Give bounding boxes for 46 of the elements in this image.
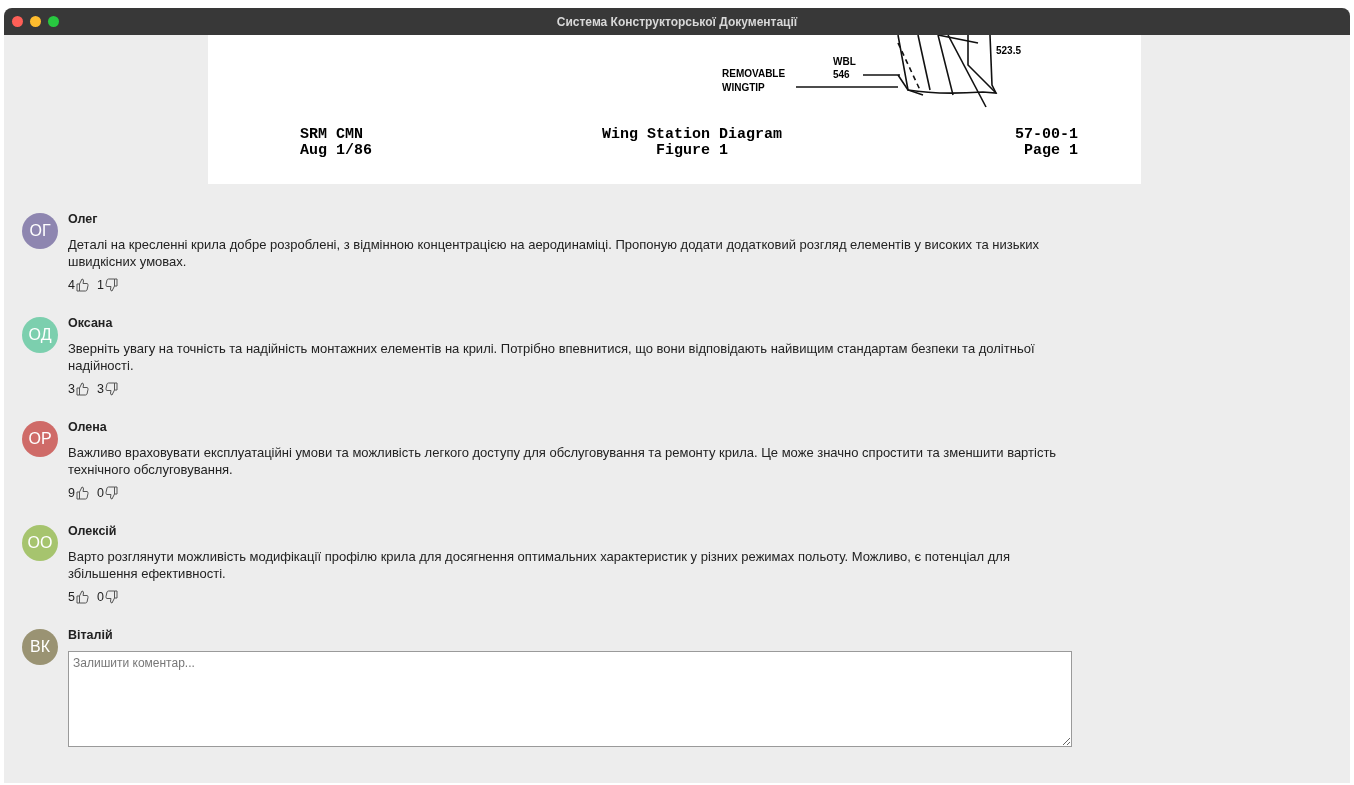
like-button[interactable]: 3: [68, 382, 89, 396]
comment-text: Деталі на кресленні крила добре розроблені, з відмінною концентрацією на аеродинаміці. Пропоную додати додатковий розгляд елементів у високих та низьких швидкісних умовах.: [68, 236, 1040, 270]
comment-text: Зверніть увагу на точність та надійність монтажних елементів на крилі. Потрібно впевнитися, що вони відповідають найвищим стандартам безпеки та долітньої надійності.: [68, 340, 1036, 374]
comment-text: Варто розглянути можливість модифікації профілю крила для досягнення оптимальних характеристик у різних режимах польоту. Можливо, є потенціал для збільшення ефективності.: [68, 548, 1011, 582]
thumbs-down-icon: [104, 590, 118, 604]
callout-label: WINGTIP: [722, 82, 765, 93]
minimize-button[interactable]: [30, 16, 41, 27]
comment-author: Олена: [68, 420, 108, 434]
thumbs-down-icon: [104, 278, 118, 292]
thumbs-up-icon: [75, 278, 89, 292]
thumbs-up-icon: [75, 382, 89, 396]
avatar: ВК: [22, 629, 58, 665]
comment-text: Важливо враховувати експлуатаційні умови та можливість легкого доступу для обслуговування та ремонту крила. Це може значно спростити та зменшити вартість технічного обслуговування.: [68, 444, 1058, 478]
like-button[interactable]: 4: [68, 278, 89, 292]
callout-label: 546: [833, 69, 850, 80]
comment-author: Олексій: [68, 524, 118, 538]
dislike-button[interactable]: 0: [96, 486, 118, 500]
document-footer-text: 57-00-1: [1015, 126, 1078, 143]
document-footer-text: Page 1: [1024, 142, 1078, 159]
dislike-button[interactable]: 0: [96, 590, 118, 604]
document-footer-text: Wing Station Diagram: [602, 126, 782, 143]
dislike-button[interactable]: 3: [96, 382, 118, 396]
thumbs-up-icon: [75, 590, 89, 604]
comment-author: Оксана: [68, 316, 114, 330]
comment-author: Олег: [68, 212, 99, 226]
zoom-button[interactable]: [48, 16, 59, 27]
dislike-button[interactable]: 1: [96, 278, 118, 292]
document-footer-text: Aug 1/86: [300, 142, 372, 159]
comment-author: Віталій: [68, 628, 114, 642]
like-button[interactable]: 5: [68, 590, 89, 604]
avatar: ОР: [22, 421, 58, 457]
like-button[interactable]: 9: [68, 486, 89, 500]
comment-field[interactable]: Залишити коментар...: [68, 651, 1072, 747]
thumbs-up-icon: [75, 486, 89, 500]
document-footer-text: SRM CMN: [300, 126, 363, 143]
window-title: Система Конструкторської Документації: [556, 14, 798, 29]
callout-label: REMOVABLE: [722, 68, 786, 79]
avatar: ОД: [22, 317, 58, 353]
thumbs-down-icon: [104, 486, 118, 500]
thumbs-down-icon: [104, 382, 118, 396]
avatar: ОГ: [22, 213, 58, 249]
document-footer-text: Figure 1: [656, 142, 728, 159]
callout-label: WBL: [833, 56, 856, 67]
avatar: ОО: [22, 525, 58, 561]
callout-label: 523.5: [996, 45, 1022, 56]
close-button[interactable]: [12, 16, 23, 27]
